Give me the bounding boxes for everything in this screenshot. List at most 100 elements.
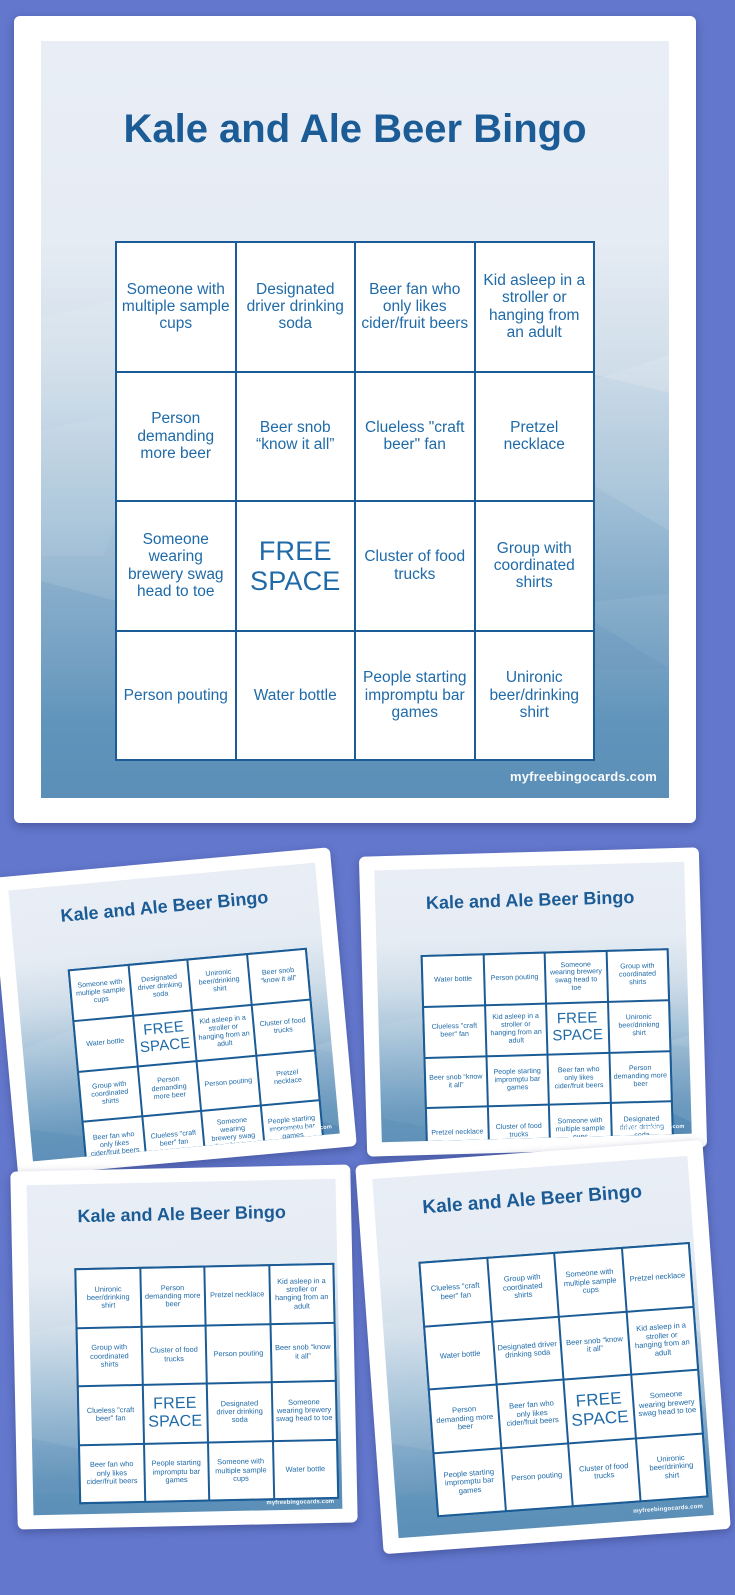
bingo-cell[interactable]: Cluster of food trucks (356, 502, 474, 630)
bingo-cell[interactable]: FREE SPACE (547, 1002, 608, 1054)
bingo-cell[interactable]: Water bottle (273, 1440, 338, 1499)
bingo-cell[interactable]: Person demanding more beer (140, 1267, 205, 1326)
bingo-cell[interactable]: Someone with multiple sample cups (69, 966, 132, 1020)
bingo-cell[interactable]: FREE SPACE (236, 502, 354, 630)
card-background-4: Kale and Ale Beer Bingo Unironic beer/dr… (26, 1178, 343, 1516)
bingo-cell[interactable]: FREE SPACE (133, 1011, 196, 1065)
bingo-cell[interactable]: People starting impromptu bar games (356, 631, 474, 759)
bingo-cell[interactable]: Someone with multiple sample cups (549, 1104, 611, 1143)
bingo-cell[interactable]: Kid asleep in a stroller or hanging from… (192, 1005, 255, 1060)
bingo-cell[interactable]: Someone wearing brewery swag head to toe (202, 1106, 264, 1161)
page-title: Kale and Ale Beer Bingo (123, 107, 587, 151)
bingo-cell[interactable]: Cluster of food trucks (488, 1105, 550, 1143)
bingo-cell[interactable]: Person pouting (117, 631, 235, 759)
bingo-cell[interactable]: Beer fan who only likes cider/fruit beer… (356, 243, 474, 371)
bingo-card-thumbnail-3[interactable]: Kale and Ale Beer Bingo Water bottle Pers… (358, 847, 708, 1157)
bingo-cell[interactable]: Person pouting (206, 1324, 271, 1383)
bingo-cell[interactable]: Someone wearing brewery swag head to toe (272, 1381, 336, 1440)
bingo-cell[interactable]: Designated driver drinking soda (129, 960, 191, 1015)
bingo-cell[interactable]: Clueless "craft beer" fan (424, 1006, 485, 1057)
bingo-cell[interactable]: Kid asleep in a stroller or hanging from… (627, 1307, 698, 1374)
bingo-cell[interactable]: Unironic beer/drinking shirt (188, 955, 251, 1010)
bingo-cell[interactable]: Beer fan who only likes cider/fruit beer… (83, 1117, 146, 1162)
bingo-cell[interactable]: Person demanding more beer (117, 372, 235, 500)
bingo-cell[interactable]: Pretzel necklace (205, 1266, 270, 1325)
bingo-cell[interactable]: Person pouting (484, 953, 546, 1005)
bingo-cell[interactable]: Water bottle (74, 1016, 137, 1071)
watermark-4: myfreebingocards.com (266, 1498, 335, 1507)
bingo-grid-4[interactable]: Unironic beer/drinking shirt Person deman… (74, 1262, 340, 1505)
bingo-cell[interactable]: Group with coordinated shirts (607, 950, 668, 1001)
bingo-cell[interactable]: Clueless "craft beer" fan (78, 1385, 143, 1444)
bingo-cell[interactable]: Clueless "craft beer" fan (420, 1258, 491, 1326)
bingo-cell[interactable]: FREE SPACE (564, 1375, 635, 1442)
bingo-cell[interactable]: Kid asleep in a stroller or hanging from… (269, 1264, 334, 1323)
card-title-5: Kale and Ale Beer Bingo (421, 1181, 643, 1219)
bingo-cell[interactable]: Beer snob “know it all” (271, 1323, 335, 1382)
bingo-cell[interactable]: Beer snob “know it all” (559, 1312, 630, 1379)
bingo-cell[interactable]: Pretzel necklace (256, 1050, 319, 1105)
bingo-cell[interactable]: People starting impromptu bar games (434, 1448, 505, 1516)
bingo-cell[interactable]: People starting impromptu bar games (144, 1443, 209, 1501)
bingo-cell[interactable]: People starting impromptu bar games (487, 1055, 548, 1106)
bingo-cell[interactable]: Person pouting (197, 1056, 260, 1111)
bingo-cell[interactable]: Group with coordinated shirts (475, 502, 593, 630)
bingo-cell[interactable]: Water bottle (425, 1322, 496, 1389)
bingo-cell[interactable]: Person demanding more beer (429, 1385, 500, 1452)
bingo-cell[interactable]: Designated driver drinking soda (236, 243, 354, 371)
card-background-2: Kale and Ale Beer Bingo Someone with mul… (8, 862, 340, 1162)
bingo-cell[interactable]: Beer fan who only likes cider/fruit beer… (497, 1380, 568, 1447)
bingo-cell[interactable]: Kid asleep in a stroller or hanging from… (485, 1004, 547, 1055)
bingo-cell[interactable]: Unironic beer/drinking shirt (475, 631, 593, 759)
bingo-cell[interactable]: Cluster of food trucks (142, 1326, 206, 1384)
bingo-cell[interactable]: Someone with multiple sample cups (117, 243, 235, 371)
bingo-cell[interactable]: Group with coordinated shirts (77, 1327, 142, 1386)
bingo-cell[interactable]: Unironic beer/drinking shirt (76, 1268, 141, 1327)
bingo-cell[interactable]: Unironic beer/drinking shirt (636, 1434, 707, 1501)
bingo-cell[interactable]: Unironic beer/drinking shirt (608, 1000, 670, 1052)
bingo-cell[interactable]: Beer snob “know it all” (247, 949, 310, 1004)
bingo-grid-3[interactable]: Water bottle Person pouting Someone wearin… (420, 948, 675, 1143)
bingo-cell[interactable]: Someone wearing brewery swag head to toe (117, 502, 235, 630)
bingo-cell[interactable]: Cluster of food trucks (252, 1000, 314, 1055)
bingo-cell[interactable]: Designated driver drinking soda (492, 1317, 563, 1384)
watermark-5: myfreebingocards.com (633, 1503, 704, 1515)
bingo-card-main[interactable]: Kale and Ale Beer Bingo Someone with mul… (14, 16, 696, 823)
bingo-grid-main[interactable]: Someone with multiple sample cups Designa… (115, 241, 595, 761)
bingo-cell[interactable]: Group with coordinated shirts (487, 1254, 558, 1321)
bingo-card-thumbnail-2[interactable]: Kale and Ale Beer Bingo Someone with mul… (0, 847, 357, 1177)
bingo-cell[interactable]: Pretzel necklace (426, 1107, 488, 1143)
bingo-card-thumbnail-4[interactable]: Kale and Ale Beer Bingo Unironic beer/dr… (10, 1164, 358, 1530)
bingo-cell[interactable]: Person demanding more beer (138, 1061, 201, 1116)
bingo-cell[interactable]: Beer snob “know it all” (425, 1056, 487, 1108)
bingo-cell[interactable]: Someone with multiple sample cups (555, 1249, 626, 1316)
bingo-cell[interactable]: Someone with multiple sample cups (209, 1441, 273, 1500)
bingo-cell[interactable]: Pretzel necklace (475, 372, 593, 500)
bingo-cell[interactable]: Clueless "craft beer" fan (142, 1112, 205, 1162)
bingo-cell[interactable]: Someone wearing brewery swag head to toe (631, 1370, 702, 1437)
bingo-cell[interactable]: Person demanding more beer (609, 1051, 671, 1103)
card-background-3: Kale and Ale Beer Bingo Water bottle Pers… (374, 861, 692, 1143)
bingo-cell[interactable]: Clueless "craft beer" fan (356, 372, 474, 500)
card-title-4: Kale and Ale Beer Bingo (77, 1201, 287, 1227)
bingo-cell[interactable]: Designated driver drinking soda (207, 1383, 272, 1441)
bingo-grid-5[interactable]: Clueless "craft beer" fan Group with coor… (418, 1241, 709, 1518)
bingo-cell[interactable]: Water bottle (236, 631, 354, 759)
bingo-cell[interactable]: Group with coordinated shirts (79, 1067, 141, 1121)
bingo-cell[interactable]: Cluster of food trucks (569, 1439, 639, 1506)
bingo-cell[interactable]: Beer fan who only likes cider/fruit beer… (548, 1053, 610, 1104)
bingo-cell[interactable]: Beer fan who only likes cider/fruit beer… (80, 1444, 144, 1503)
bingo-cell[interactable]: Pretzel necklace (622, 1244, 693, 1311)
bingo-cell[interactable]: Person pouting (501, 1443, 572, 1511)
card-background-main: Kale and Ale Beer Bingo Someone with mul… (41, 41, 669, 798)
card-title-3: Kale and Ale Beer Bingo (425, 887, 635, 913)
bingo-cell[interactable]: Someone wearing brewery swag head to toe (545, 951, 607, 1003)
card-background-5: Kale and Ale Beer Bingo Clueless "craft … (372, 1155, 714, 1539)
bingo-cell[interactable]: Water bottle (422, 955, 484, 1006)
bingo-cell[interactable]: Designated driver drinking soda (611, 1102, 673, 1143)
bingo-cell[interactable]: Kid asleep in a stroller or hanging from… (475, 243, 593, 371)
bingo-cell[interactable]: Beer snob “know it all” (236, 372, 354, 500)
bingo-cell[interactable]: FREE SPACE (143, 1384, 207, 1443)
watermark-3: myfreebingocards.com (618, 1123, 685, 1132)
bingo-card-thumbnail-5[interactable]: Kale and Ale Beer Bingo Clueless "craft … (355, 1139, 731, 1555)
